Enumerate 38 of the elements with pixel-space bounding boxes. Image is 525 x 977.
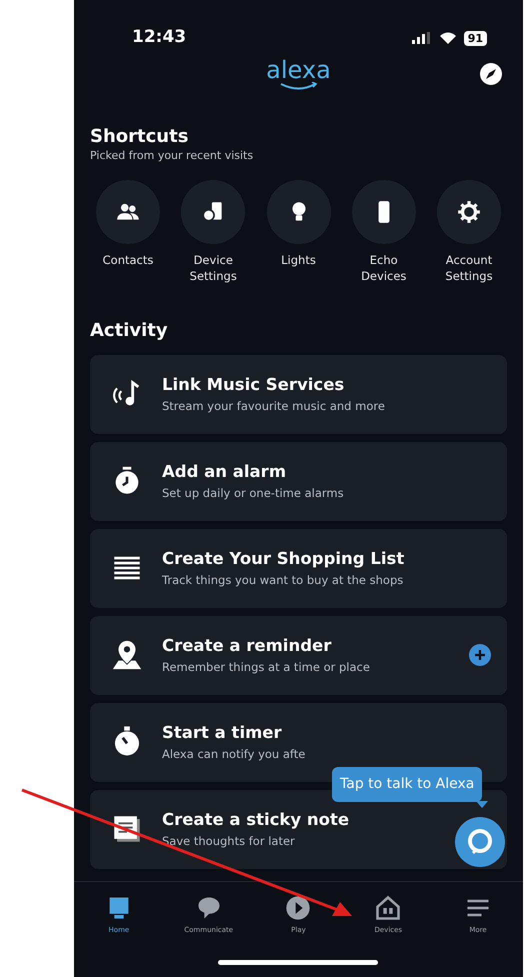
card-subtitle: Track things you want to buy at the shops bbox=[162, 572, 404, 590]
card-subtitle: Set up daily or one-time alarms bbox=[162, 485, 344, 502]
card-title: Add an alarm bbox=[162, 461, 288, 484]
card-subtitle: Alexa can notify you afte bbox=[162, 746, 306, 764]
activity-card[interactable]: Link Music Services Stream your favourite music and more bbox=[90, 354, 507, 434]
card-title: Link Music Services bbox=[162, 374, 346, 396]
smile-icon bbox=[278, 82, 318, 91]
shortcut-label: Lights bbox=[281, 252, 316, 268]
battery-level: 91 bbox=[464, 30, 487, 46]
gear-icon bbox=[456, 199, 482, 226]
activity-card[interactable]: Create a reminder Remember things at a time or place bbox=[90, 616, 507, 695]
card-title: Create a sticky note bbox=[162, 809, 350, 832]
card-subtitle: Stream your favourite music and more bbox=[162, 398, 385, 416]
shortcut-label: Contacts bbox=[102, 252, 154, 268]
section-subtitle: Picked from your recent visits bbox=[90, 148, 254, 164]
activity-card[interactable]: Add an alarm Set up daily or one-time alarms bbox=[90, 442, 507, 521]
tooltip: Tap to talk to Alexa bbox=[332, 767, 482, 802]
signal-icon bbox=[412, 32, 432, 44]
shortcut-label: Device Settings bbox=[188, 252, 238, 284]
shortcut-label: Echo Devices bbox=[360, 252, 408, 284]
app-logo: alexa bbox=[266, 58, 331, 82]
plus-icon bbox=[474, 649, 486, 662]
card-title: Start a timer bbox=[162, 722, 283, 744]
compass-icon[interactable] bbox=[479, 62, 503, 86]
section-title: Shortcuts bbox=[90, 126, 190, 148]
add-button[interactable] bbox=[469, 644, 491, 666]
voice-icon bbox=[465, 827, 495, 857]
card-title: Create Your Shopping List bbox=[162, 548, 404, 570]
section-title: Activity bbox=[90, 320, 169, 342]
wifi-icon bbox=[440, 32, 456, 44]
status-time: 12:43 bbox=[132, 26, 186, 50]
shortcut-label: Account Settings bbox=[444, 252, 494, 284]
house-icon bbox=[374, 894, 402, 922]
card-subtitle: Remember things at a time or place bbox=[162, 659, 370, 676]
activity-card[interactable]: Create Your Shopping List Track things you want to buy at the shops bbox=[90, 528, 507, 608]
tooltip-tail bbox=[476, 801, 488, 808]
card-title: Create a reminder bbox=[162, 635, 332, 658]
play-icon bbox=[284, 894, 312, 922]
